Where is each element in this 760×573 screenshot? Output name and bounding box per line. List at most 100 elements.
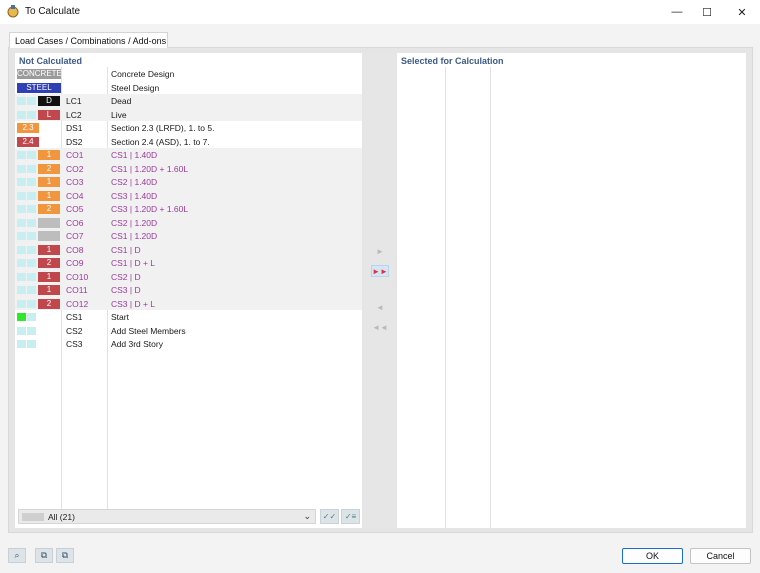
column-divider (490, 67, 491, 528)
type-badge: 1 (38, 177, 60, 187)
not-calculated-grid: CONCRETE Concrete Design STEEL Steel Design… (15, 67, 362, 519)
not-calculated-list[interactable]: Not Calculated CONCRETE Concrete Design ST… (15, 53, 362, 528)
status-square (27, 218, 36, 227)
list-item[interactable]: 2.3 DS1 Section 2.3 (LRFD), 1. to 5. (15, 121, 362, 135)
status-square (17, 205, 26, 213)
row-description: CS1 | D (111, 244, 141, 255)
list-item[interactable]: 1 CO4 CS3 | 1.40D (15, 188, 362, 202)
row-id: CS1 (66, 312, 83, 322)
type-badge (38, 217, 60, 228)
row-description: Concrete Design (111, 69, 175, 79)
status-square (27, 191, 36, 200)
selected-for-calculation-list[interactable]: Selected for Calculation (397, 53, 746, 528)
status-square (17, 191, 26, 200)
type-badge: 1 (38, 285, 60, 295)
row-id: CS2 (66, 325, 83, 336)
row-description: CS3 | 1.20D + 1.60L (111, 204, 189, 214)
close-button[interactable]: ✕ (727, 0, 757, 24)
deselect-all-button[interactable]: ✓≡ (341, 509, 360, 524)
status-square (17, 259, 26, 267)
remove-selected-button[interactable]: ◄ (371, 301, 389, 313)
row-description: Live (111, 109, 127, 120)
status-square (27, 97, 36, 105)
row-id: CO7 (66, 231, 84, 241)
type-badge: CONCRETE (17, 69, 62, 79)
type-badge (38, 231, 60, 241)
status-square (17, 340, 26, 348)
status-square (17, 272, 26, 281)
type-badge: STEEL (17, 82, 61, 93)
list-item[interactable]: 2.4 DS2 Section 2.4 (ASD), 1. to 7. (15, 135, 362, 149)
status-square (27, 340, 36, 348)
list-item[interactable]: CO7 CS1 | 1.20D (15, 229, 362, 243)
row-id: CO5 (66, 204, 84, 214)
row-id: DS1 (66, 123, 83, 133)
type-badge: 2.4 (17, 136, 39, 147)
status-square (17, 110, 26, 119)
list-item[interactable]: 1 CO11 CS3 | D (15, 283, 362, 297)
row-description: CS3 | D + L (111, 298, 156, 309)
list-item[interactable]: CONCRETE Concrete Design (15, 67, 362, 81)
remove-all-button[interactable]: ◄◄ (371, 321, 389, 333)
row-id: CO11 (66, 285, 88, 295)
select-all-button[interactable]: ✓✓ (320, 509, 339, 524)
row-id: CO10 (66, 271, 89, 282)
add-selected-button[interactable]: ► (371, 245, 389, 257)
status-square (17, 232, 26, 240)
list-item[interactable]: D LC1 Dead (15, 94, 362, 108)
list-item[interactable]: 1 CO8 CS1 | D (15, 242, 362, 256)
list-item[interactable]: 2 CO2 CS1 | 1.20D + 1.60L (15, 161, 362, 175)
status-square (17, 326, 26, 335)
row-description: Add Steel Members (111, 325, 186, 336)
status-square (17, 164, 26, 173)
list-item[interactable]: CO6 CS2 | 1.20D (15, 215, 362, 229)
search-icon[interactable]: ⌕ (8, 548, 26, 563)
type-badge: 1 (38, 190, 60, 201)
transfer-column (364, 53, 395, 528)
list-item[interactable]: 2 CO12 CS3 | D + L (15, 296, 362, 310)
status-square (17, 218, 26, 227)
row-description: CS2 | D (111, 271, 141, 282)
list-item[interactable]: 1 CO10 CS2 | D (15, 269, 362, 283)
type-badge: L (38, 109, 60, 120)
row-description: CS1 | 1.20D (111, 231, 158, 241)
list-item[interactable]: CS2 Add Steel Members (15, 324, 362, 338)
filter-dropdown[interactable]: All (21) ⌄ (18, 509, 316, 524)
list-item[interactable]: STEEL Steel Design (15, 81, 362, 95)
filter-value: All (21) (48, 512, 75, 522)
ok-button[interactable]: OK (622, 548, 683, 564)
list-item[interactable]: L LC2 Live (15, 107, 362, 121)
status-square (17, 313, 26, 321)
tab-load-cases[interactable]: Load Cases / Combinations / Add-ons (9, 32, 168, 48)
status-square (17, 97, 26, 105)
cancel-button[interactable]: Cancel (690, 548, 751, 564)
row-description: CS1 | 1.40D (111, 150, 158, 160)
row-id: CO3 (66, 177, 84, 187)
type-badge: 1 (38, 271, 60, 282)
list-item[interactable]: 1 CO3 CS2 | 1.40D (15, 175, 362, 189)
minimize-button[interactable]: — (662, 0, 692, 24)
list-item[interactable]: 1 CO1 CS1 | 1.40D (15, 148, 362, 162)
title-bar: To Calculate — ☐ ✕ (0, 0, 760, 24)
status-square (27, 299, 36, 308)
row-id: CO6 (66, 217, 84, 228)
maximize-button[interactable]: ☐ (692, 0, 722, 24)
row-id: DS2 (66, 136, 83, 147)
row-id: CO8 (66, 244, 84, 255)
copy-icon[interactable]: ⧉ (35, 548, 53, 563)
row-description: Dead (111, 96, 132, 106)
list-item[interactable]: 2 CO5 CS3 | 1.20D + 1.60L (15, 202, 362, 216)
row-description: CS3 | 1.40D (111, 190, 158, 201)
add-all-button[interactable]: ►► (371, 265, 389, 277)
list-item[interactable]: CS1 Start (15, 310, 362, 324)
row-description: Start (111, 312, 129, 322)
type-badge: D (38, 96, 60, 106)
status-square (17, 286, 26, 294)
status-square (17, 245, 26, 254)
row-id: CO1 (66, 150, 84, 160)
list-item[interactable]: 2 CO9 CS1 | D + L (15, 256, 362, 270)
row-description: CS1 | 1.20D + 1.60L (111, 163, 189, 174)
row-description: Section 2.3 (LRFD), 1. to 5. (111, 123, 215, 133)
paste-icon[interactable]: ⧉ (56, 548, 74, 563)
list-item[interactable]: CS3 Add 3rd Story (15, 337, 362, 351)
